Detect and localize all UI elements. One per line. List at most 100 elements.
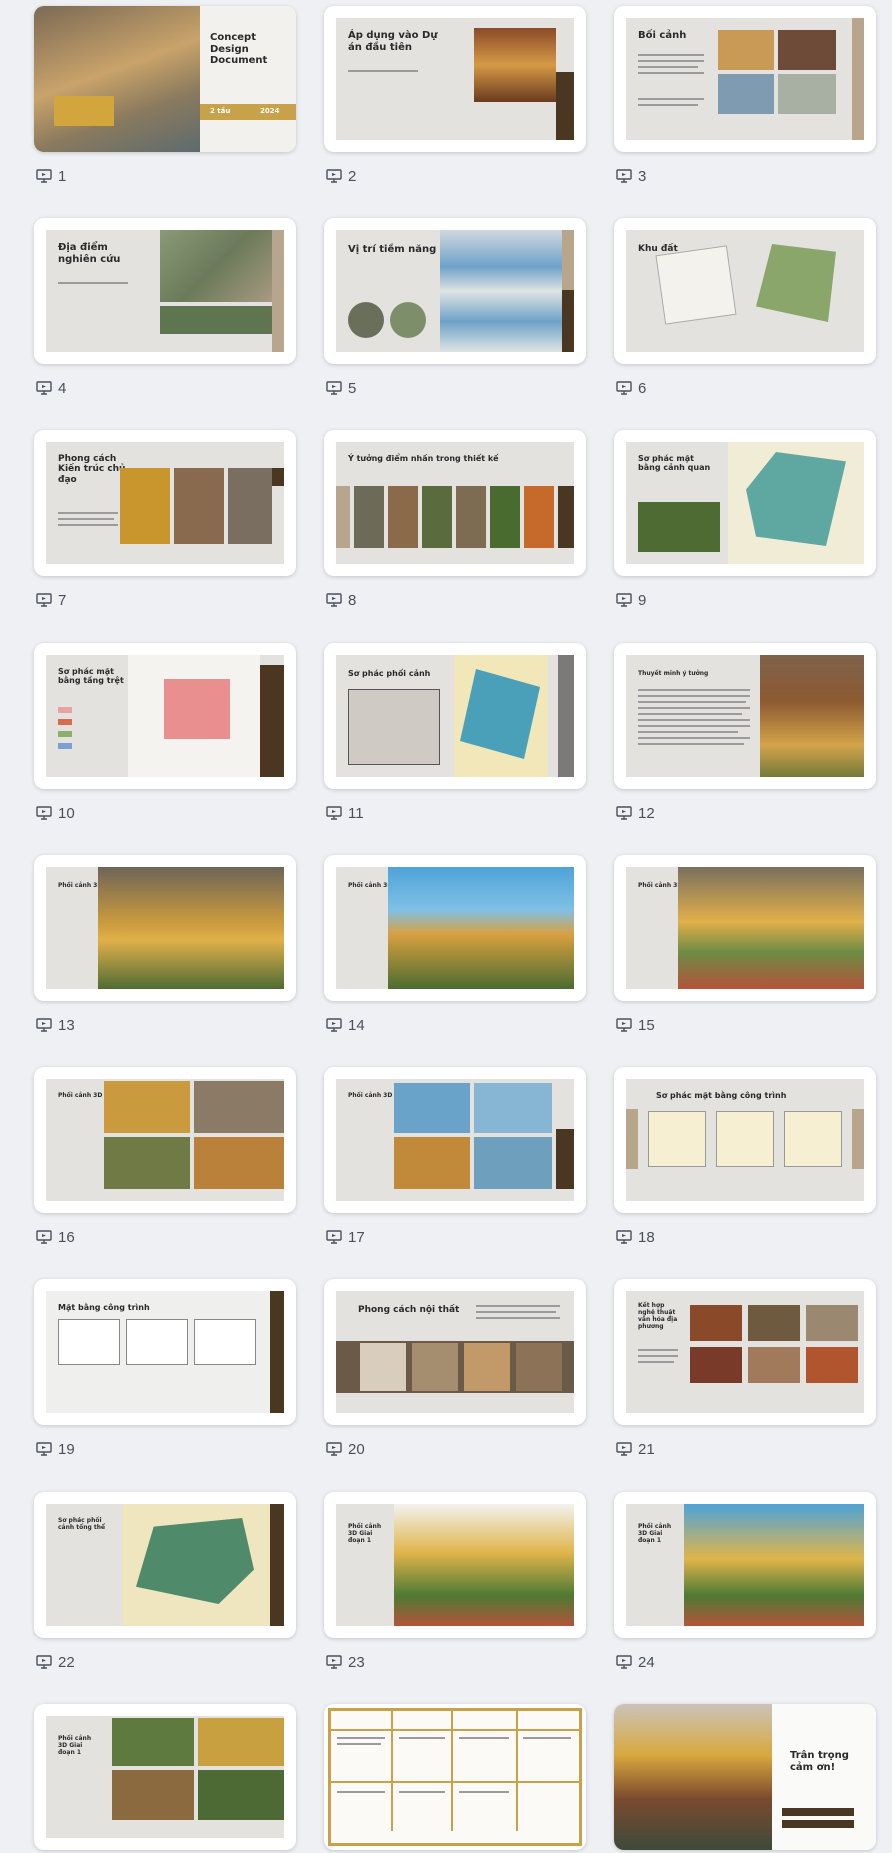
slide-thumbnail[interactable]: Phối cảnh 3D Giai đoạn 1 (324, 1492, 586, 1638)
presentation-icon (326, 169, 342, 183)
slide-thumbnail[interactable]: Bối cảnh (614, 6, 876, 152)
slide-label: 6 (616, 378, 646, 398)
slide-thumbnail[interactable]: Ý tưởng điểm nhấn trong thiết kế (324, 430, 586, 576)
presentation-icon (36, 169, 52, 183)
slide-thumbnail[interactable]: Phong cách nội thất (324, 1279, 586, 1425)
presentation-icon (326, 1018, 342, 1032)
slide-number: 7 (58, 591, 67, 609)
slide-number: 23 (348, 1653, 365, 1671)
presentation-icon (326, 381, 342, 395)
slide-thumbnail[interactable]: Phối cảnh 3D (324, 1067, 586, 1213)
slide-thumbnail[interactable]: Sơ phác mặt bằng cảnh quan (614, 430, 876, 576)
slide-label: 10 (36, 803, 75, 823)
slide-label: 18 (616, 1227, 655, 1247)
slide-thumbnail[interactable]: Concept Design Document 2 tầu 2024 (34, 6, 296, 152)
slide-thumbnail[interactable]: Phối cảnh 3D Giai đoạn 1 (614, 1492, 876, 1638)
slide-title: Phối cảnh 3D (58, 1092, 103, 1099)
slide-title: Vị trí tiềm năng (348, 244, 437, 255)
slide-thumbnail[interactable]: Phối cảnh 3D (34, 855, 296, 1001)
slide-thumbnail[interactable]: Phối cảnh 3D (614, 855, 876, 1001)
slide-label: 23 (326, 1652, 365, 1672)
presentation-icon (616, 169, 632, 183)
slide-label: 11 (326, 803, 364, 823)
slide-footer: 2 tầu (210, 107, 231, 115)
slide-number: 20 (348, 1440, 365, 1458)
presentation-icon (616, 1018, 632, 1032)
slide-title: Phối cảnh 3D (58, 882, 103, 889)
slide-number: 22 (58, 1653, 75, 1671)
slide-number: 14 (348, 1016, 365, 1034)
slide-number: 5 (348, 379, 357, 397)
slide-title: Phối cảnh 3D (348, 882, 393, 889)
slide-thumbnail[interactable]: Mặt bằng công trình (34, 1279, 296, 1425)
slide-title: Áp dụng vào Dự án đầu tiên (348, 30, 438, 53)
slide-thumbnail[interactable]: Sơ phác mặt bằng tầng trệt (34, 643, 296, 789)
slide-label: 9 (616, 590, 646, 610)
slide-number: 15 (638, 1016, 655, 1034)
presentation-icon (36, 1655, 52, 1669)
presentation-icon (616, 1655, 632, 1669)
slide-label: 22 (36, 1652, 75, 1672)
slide-label: 8 (326, 590, 356, 610)
slide-label: 24 (616, 1652, 655, 1672)
slide-label: 20 (326, 1439, 365, 1459)
slide-thumbnail[interactable]: Phối cảnh 3D Giai đoạn 1 (34, 1704, 296, 1850)
slide-number: 24 (638, 1653, 655, 1671)
slide-thumbnail[interactable]: Áp dụng vào Dự án đầu tiên (324, 6, 586, 152)
slide-title: Sơ phác mặt bằng tầng trệt (58, 667, 124, 686)
slide-title: Phối cảnh 3D Giai đoạn 1 (58, 1735, 92, 1756)
slide-number: 13 (58, 1016, 75, 1034)
slide-number: 17 (348, 1228, 365, 1246)
slide-thumbnail[interactable]: Sơ phác mặt bằng công trình (614, 1067, 876, 1213)
slide-title: Phối cảnh 3D Giai đoạn 1 (638, 1523, 672, 1544)
slide-title: Trân trọng cảm ơn! (790, 1750, 849, 1773)
slide-thumbnail[interactable]: Kết hợp nghệ thuật văn hóa địa phương (614, 1279, 876, 1425)
slide-label: 12 (616, 803, 655, 823)
slide-thumbnail[interactable]: Khu đất (614, 218, 876, 364)
slide-number: 10 (58, 804, 75, 822)
slide-thumbnail[interactable]: Vị trí tiềm năng (324, 218, 586, 364)
slide-thumbnail[interactable]: Sơ phác phối cảnh (324, 643, 586, 789)
slide-label: 19 (36, 1439, 75, 1459)
slide-number: 18 (638, 1228, 655, 1246)
slide-label: 1 (36, 166, 66, 186)
slide-label: 21 (616, 1439, 655, 1459)
slide-title: Phong cách Kiến trúc chủ đạo (58, 454, 126, 485)
slide-title: Sơ phác phối cảnh tổng thể (58, 1517, 106, 1531)
slide-label: 16 (36, 1227, 75, 1247)
slide-number: 2 (348, 167, 357, 185)
presentation-icon (616, 806, 632, 820)
slide-label: 13 (36, 1015, 75, 1035)
slide-label: 4 (36, 378, 66, 398)
slide-number: 16 (58, 1228, 75, 1246)
presentation-icon (36, 381, 52, 395)
slide-thumbnail[interactable]: Sơ phác phối cảnh tổng thể (34, 1492, 296, 1638)
presentation-icon (36, 593, 52, 607)
slide-title: Mặt bằng công trình (58, 1303, 150, 1312)
slide-label: 2 (326, 166, 356, 186)
slide-thumbnail[interactable]: Địa điểm nghiên cứu (34, 218, 296, 364)
slide-number: 6 (638, 379, 647, 397)
slide-label: 15 (616, 1015, 655, 1035)
slide-thumbnail[interactable]: Phối cảnh 3D (324, 855, 586, 1001)
slide-number: 3 (638, 167, 647, 185)
presentation-icon (326, 1655, 342, 1669)
slide-number: 8 (348, 591, 357, 609)
slide-number: 21 (638, 1440, 655, 1458)
slide-thumbnail[interactable] (324, 1704, 586, 1850)
slide-title: Phối cảnh 3D (348, 1092, 393, 1099)
presentation-icon (36, 1442, 52, 1456)
slide-title: Địa điểm nghiên cứu (58, 242, 121, 265)
presentation-icon (326, 1230, 342, 1244)
slide-title: Phối cảnh 3D (638, 882, 683, 889)
slide-thumbnail[interactable]: Phong cách Kiến trúc chủ đạo (34, 430, 296, 576)
presentation-icon (616, 381, 632, 395)
slide-title: Kết hợp nghệ thuật văn hóa địa phương (638, 1302, 678, 1330)
slide-title: Sơ phác mặt bằng công trình (656, 1091, 787, 1100)
slide-thumbnail[interactable]: Phối cảnh 3D (34, 1067, 296, 1213)
slide-number: 1 (58, 167, 67, 185)
slide-thumbnail[interactable]: Trân trọng cảm ơn! (614, 1704, 876, 1850)
presentation-icon (36, 806, 52, 820)
slide-thumbnail[interactable]: Thuyết minh ý tưởng (614, 643, 876, 789)
presentation-icon (36, 1230, 52, 1244)
